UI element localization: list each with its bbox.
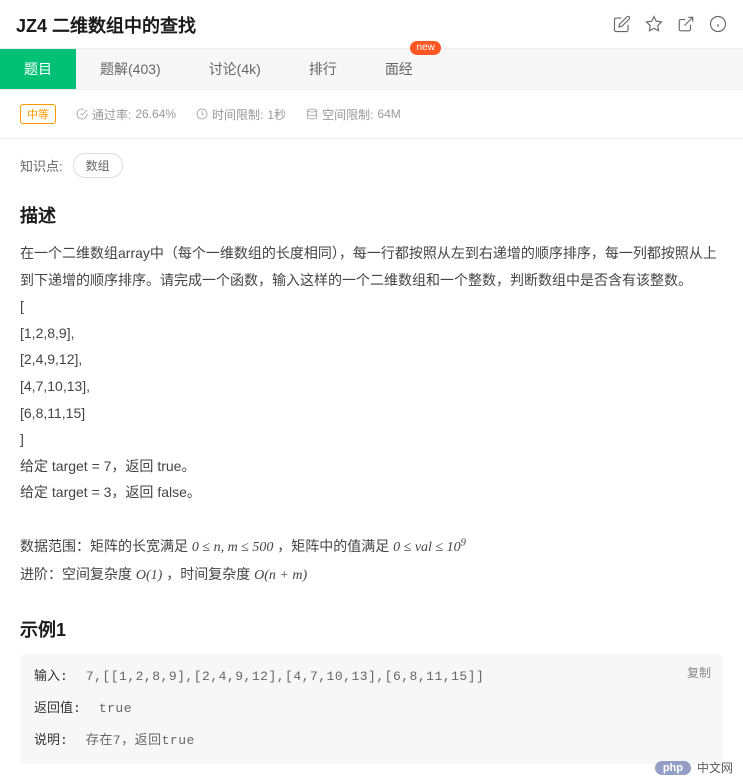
example-return-value: true	[99, 698, 132, 720]
php-logo: php	[655, 761, 691, 775]
example-title: 示例1	[20, 616, 723, 642]
knowledge-label: 知识点:	[20, 156, 63, 175]
tab-interview[interactable]: 面经 new	[361, 49, 437, 89]
description-intro: 在一个二维数组array中（每个一维数组的长度相同），每一行都按照从左到右递增的…	[20, 240, 723, 293]
example-input-label: 输入:	[34, 666, 68, 688]
tab-problem[interactable]: 题目	[0, 49, 76, 89]
data-range: 数据范围：矩阵的长宽满足 0 ≤ n, m ≤ 500 ，矩阵中的值满足 0 ≤…	[20, 533, 723, 562]
example-return-label: 返回值:	[34, 698, 81, 720]
advanced: 进阶：空间复杂度 O(1) ，时间复杂度 O(n + m)	[20, 561, 723, 590]
example-explain-label: 说明:	[34, 730, 68, 752]
page-title: JZ4 二维数组中的查找	[16, 12, 196, 38]
knowledge-row: 知识点: 数组	[0, 139, 743, 192]
tab-rank[interactable]: 排行	[285, 49, 361, 89]
meta-bar: 中等 通过率: 26.64% 时间限制: 1秒 空间限制: 64M	[0, 90, 743, 139]
example-block: 复制 输入: 7,[[1,2,8,9],[2,4,9,12],[4,7,10,1…	[20, 654, 723, 764]
watermark: php 中文网	[655, 759, 733, 776]
clock-icon	[196, 108, 208, 120]
badge-new: new	[410, 41, 440, 55]
check-circle-icon	[76, 108, 88, 120]
pass-rate: 通过率: 26.64%	[76, 106, 176, 123]
database-icon	[306, 108, 318, 120]
share-icon[interactable]	[677, 15, 695, 36]
description-body: 在一个二维数组array中（每个一维数组的长度相同），每一行都按照从左到右递增的…	[20, 240, 723, 590]
header-actions	[613, 15, 727, 36]
edit-icon[interactable]	[613, 15, 631, 36]
difficulty-badge: 中等	[20, 104, 56, 124]
info-icon[interactable]	[709, 15, 727, 36]
star-icon[interactable]	[645, 15, 663, 36]
example-input-value: 7,[[1,2,8,9],[2,4,9,12],[4,7,10,13],[6,8…	[86, 666, 484, 688]
time-limit: 时间限制: 1秒	[196, 106, 286, 123]
tab-discuss[interactable]: 讨论(4k)	[185, 49, 285, 89]
description-title: 描述	[20, 202, 723, 228]
tab-bar: 题目 题解(403) 讨论(4k) 排行 面经 new	[0, 48, 743, 90]
example-explain-value: 存在7，返回true	[86, 730, 195, 752]
space-limit: 空间限制: 64M	[306, 106, 401, 123]
tab-solutions[interactable]: 题解(403)	[76, 49, 185, 89]
knowledge-tag[interactable]: 数组	[73, 153, 123, 178]
copy-button[interactable]: 复制	[687, 664, 711, 681]
